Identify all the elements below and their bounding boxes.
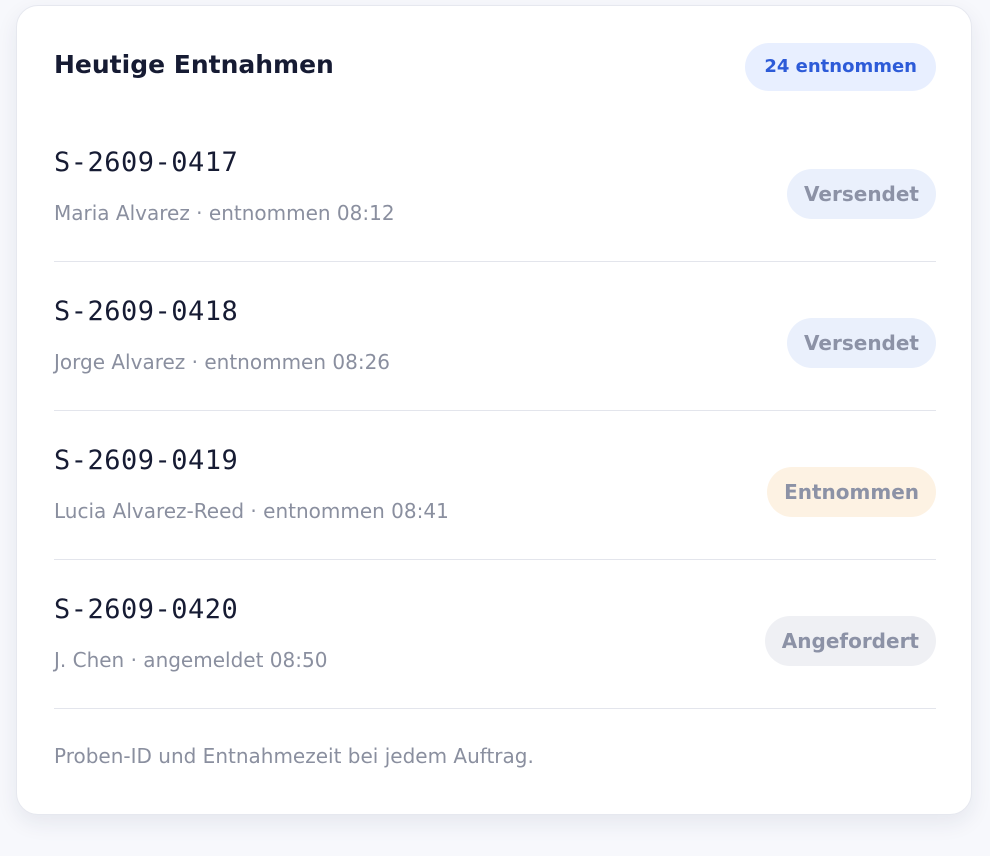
sample-list: S-2609-0417 Maria Alvarez · entnommen 08… (54, 113, 936, 709)
status-badge: Versendet (787, 169, 936, 219)
sample-row[interactable]: S-2609-0419 Lucia Alvarez-Reed · entnomm… (54, 411, 936, 560)
sample-row[interactable]: S-2609-0420 J. Chen · angemeldet 08:50 A… (54, 560, 936, 709)
sample-row[interactable]: S-2609-0418 Jorge Alvarez · entnommen 08… (54, 262, 936, 411)
card-header: Heutige Entnahmen 24 entnommen (54, 43, 936, 91)
sample-meta: J. Chen · angemeldet 08:50 (54, 648, 328, 672)
sample-id: S-2609-0419 (54, 445, 239, 476)
footer-note: Proben-ID und Entnahmezeit bei jedem Auf… (54, 744, 534, 768)
sample-meta: Jorge Alvarez · entnommen 08:26 (54, 350, 391, 374)
collections-card: Heutige Entnahmen 24 entnommen S-2609-04… (16, 5, 972, 815)
sample-meta: Maria Alvarez · entnommen 08:12 (54, 201, 395, 225)
status-badge: Versendet (787, 318, 936, 368)
sample-row[interactable]: S-2609-0417 Maria Alvarez · entnommen 08… (54, 113, 936, 262)
sample-id: S-2609-0417 (54, 147, 239, 178)
count-badge: 24 entnommen (745, 43, 936, 91)
sample-meta: Lucia Alvarez-Reed · entnommen 08:41 (54, 499, 449, 523)
status-badge: Entnommen (767, 467, 936, 517)
sample-id: S-2609-0418 (54, 296, 239, 327)
sample-id: S-2609-0420 (54, 594, 239, 625)
status-badge: Angefordert (764, 616, 936, 666)
card-title: Heutige Entnahmen (54, 50, 334, 79)
